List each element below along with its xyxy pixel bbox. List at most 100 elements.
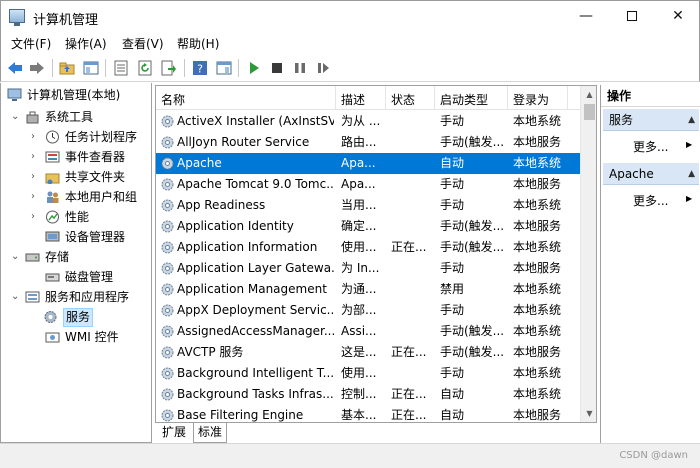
- column-name[interactable]: 名称: [161, 91, 185, 108]
- refresh-button[interactable]: [135, 58, 155, 78]
- cell-startup-type: 手动(触发...: [440, 240, 505, 254]
- table-row[interactable]: Application Information 使用... 正在... 手动(触发..…: [156, 237, 580, 258]
- table-row[interactable]: App Readiness 当用... 手动 本地系统: [156, 195, 580, 216]
- expanded-chevron-icon[interactable]: ⌄: [11, 107, 21, 127]
- cell-startup-type: 手动(触发...: [440, 219, 505, 233]
- collapsed-chevron-icon[interactable]: ›: [31, 127, 41, 147]
- back-button[interactable]: [5, 58, 25, 78]
- tree-node[interactable]: › 性能: [1, 207, 151, 227]
- table-row[interactable]: ActiveX Installer (AxInstSV) 为从 ... 手动 本地系统: [156, 111, 580, 132]
- tree-node[interactable]: 服务: [1, 307, 151, 327]
- tree-node-label: 磁盘管理: [65, 270, 114, 284]
- tree-node[interactable]: 设备管理器: [1, 227, 151, 247]
- actions-section-apache[interactable]: Apache ▲: [603, 163, 699, 185]
- cell-startup-type: 手动: [440, 177, 465, 191]
- collapsed-chevron-icon[interactable]: ›: [31, 187, 41, 207]
- actions-section-services[interactable]: 服务 ▲: [603, 109, 699, 131]
- service-gear-icon: [161, 304, 174, 317]
- action-pane-button[interactable]: [214, 58, 234, 78]
- actions-more-apache[interactable]: 更多...: [633, 192, 668, 209]
- scroll-up-icon[interactable]: ▲: [581, 86, 596, 103]
- cell-logon-as: 本地服务: [513, 345, 562, 359]
- maximize-button[interactable]: [609, 1, 655, 32]
- scrollbar-thumb[interactable]: [584, 104, 595, 120]
- table-row[interactable]: Base Filtering Engine 基本... 正在... 自动 本地服务: [156, 405, 580, 422]
- menu-bar: 文件(F) 操作(A) 查看(V) 帮助(H): [0, 32, 700, 54]
- close-button[interactable]: ✕: [655, 1, 700, 32]
- cell-status: [391, 111, 433, 132]
- tree-node[interactable]: › 任务计划程序: [1, 127, 151, 147]
- console-tree[interactable]: 计算机管理(本地) ⌄ 系统工具 › 任务计划程序 › 事件查看器 › 共享文件夹 › 本地用户和组…: [0, 83, 152, 443]
- table-row[interactable]: AllJoyn Router Service 路由... 手动(触发... 本地服务: [156, 132, 580, 153]
- table-row[interactable]: Application Layer Gatewa... 为 In... 手动 本地服务: [156, 258, 580, 279]
- restart-service-button[interactable]: [313, 58, 333, 78]
- expanded-chevron-icon[interactable]: ⌄: [11, 247, 21, 267]
- cell-name: App Readiness: [177, 198, 266, 212]
- actions-more-services[interactable]: 更多...: [633, 138, 668, 155]
- tree-node-label: 事件查看器: [65, 150, 126, 164]
- properties-button[interactable]: [111, 58, 131, 78]
- column-startup-type[interactable]: 启动类型: [440, 91, 488, 108]
- tree-node[interactable]: ⌄ 系统工具: [1, 107, 151, 127]
- table-row[interactable]: Apache Tomcat 9.0 Tomc... Apa... 手动 本地服务: [156, 174, 580, 195]
- menu-file[interactable]: 文件(F): [11, 35, 51, 52]
- collapsed-chevron-icon[interactable]: ›: [31, 167, 41, 187]
- table-row[interactable]: Background Tasks Infras... 控制... 正在... 自动 本地…: [156, 384, 580, 405]
- tree-node[interactable]: WMI 控件: [1, 327, 151, 347]
- start-service-button[interactable]: [244, 58, 264, 78]
- cell-description: 这是...: [341, 345, 377, 359]
- tree-node[interactable]: › 本地用户和组: [1, 187, 151, 207]
- service-gear-icon: [161, 325, 174, 338]
- actions-pane: 操作 服务 ▲ 更多... ▶ Apache ▲ 更多... ▶: [600, 85, 700, 443]
- up-level-button[interactable]: [57, 58, 77, 78]
- expanded-chevron-icon[interactable]: ⌄: [11, 287, 21, 307]
- tree-node[interactable]: › 共享文件夹: [1, 167, 151, 187]
- vertical-scrollbar[interactable]: ▲ ▼: [580, 86, 596, 422]
- forward-button[interactable]: [27, 58, 47, 78]
- cell-description: 当用...: [341, 198, 377, 212]
- stop-service-button[interactable]: [267, 58, 287, 78]
- cell-name: AppX Deployment Servic...: [177, 303, 334, 317]
- collapsed-chevron-icon[interactable]: ›: [31, 207, 41, 227]
- table-row[interactable]: Application Management 为通... 禁用 本地系统: [156, 279, 580, 300]
- pause-service-button[interactable]: [290, 58, 310, 78]
- export-list-button[interactable]: [159, 58, 179, 78]
- tree-node[interactable]: ⌄ 服务和应用程序: [1, 287, 151, 307]
- cell-status: 正在...: [391, 345, 427, 359]
- users-icon: [47, 191, 59, 203]
- cell-description: 路由...: [341, 135, 377, 149]
- submenu-arrow-icon: ▶: [686, 194, 693, 203]
- menu-view[interactable]: 查看(V): [122, 35, 164, 52]
- show-hide-tree-button[interactable]: [81, 58, 101, 78]
- table-row[interactable]: AppX Deployment Servic... 为部... 手动 本地系统: [156, 300, 580, 321]
- tree-node[interactable]: ⌄ 存储: [1, 247, 151, 267]
- tree-node[interactable]: 计算机管理(本地): [1, 85, 151, 105]
- column-description[interactable]: 描述: [341, 91, 365, 108]
- minimize-button[interactable]: —: [563, 1, 609, 32]
- collapse-icon[interactable]: ▲: [688, 109, 695, 131]
- column-status[interactable]: 状态: [391, 91, 415, 108]
- collapse-icon[interactable]: ▲: [688, 163, 695, 185]
- tree-node[interactable]: › 事件查看器: [1, 147, 151, 167]
- table-row[interactable]: AVCTP 服务 这是... 正在... 手动(触发... 本地服务: [156, 342, 580, 363]
- tab-standard[interactable]: 标准: [193, 423, 228, 443]
- refresh-icon: [138, 60, 152, 76]
- collapsed-chevron-icon[interactable]: ›: [31, 147, 41, 167]
- table-row[interactable]: AssignedAccessManager... Assi... 手动(触发... 本…: [156, 321, 580, 342]
- tree-node-label: 计算机管理(本地): [27, 88, 121, 102]
- scroll-down-icon[interactable]: ▼: [581, 405, 596, 422]
- column-logon-as[interactable]: 登录为: [513, 91, 549, 108]
- menu-help[interactable]: 帮助(H): [177, 35, 219, 52]
- cell-status: [391, 216, 433, 237]
- table-row[interactable]: Background Intelligent T... 使用... 手动 本地系统: [156, 363, 580, 384]
- resume-icon: [318, 63, 329, 73]
- tab-extended[interactable]: 扩展: [158, 423, 190, 443]
- menu-action[interactable]: 操作(A): [65, 35, 107, 52]
- table-row[interactable]: Apache Apa... 自动 本地系统: [156, 153, 580, 174]
- tree-node[interactable]: 磁盘管理: [1, 267, 151, 287]
- table-row[interactable]: Application Identity 确定... 手动(触发... 本地服务: [156, 216, 580, 237]
- cell-name: ActiveX Installer (AxInstSV): [177, 114, 334, 128]
- pause-icon: [295, 63, 305, 73]
- help-button[interactable]: ?: [190, 58, 210, 78]
- services-list[interactable]: 名称 描述 状态 启动类型 登录为 ActiveX Installer (AxI…: [155, 85, 597, 423]
